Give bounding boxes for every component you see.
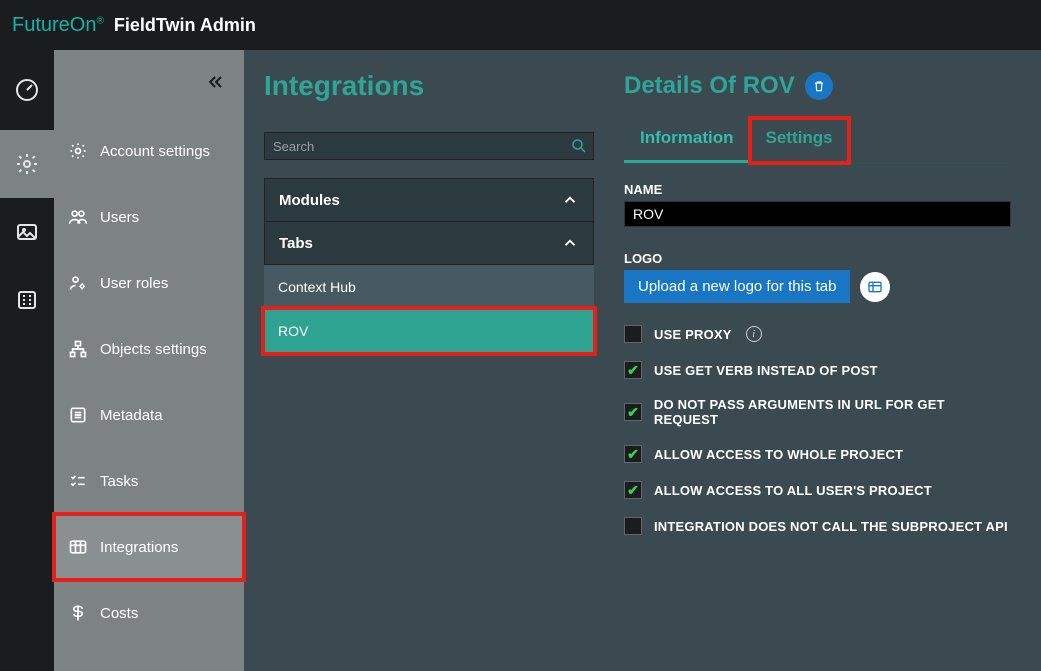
gear-icon bbox=[15, 152, 39, 176]
option-row: DO NOT PASS ARGUMENTS IN URL FOR GET REQ… bbox=[624, 397, 1011, 427]
image-icon bbox=[15, 220, 39, 244]
icon-rail bbox=[0, 50, 54, 671]
gear-icon bbox=[68, 141, 88, 161]
sidebar-item-label: Costs bbox=[100, 605, 138, 622]
option-label: INTEGRATION DOES NOT CALL THE SUBPROJECT… bbox=[654, 519, 1008, 534]
details-title: Details Of ROV bbox=[624, 72, 1011, 100]
accordion-label: Modules bbox=[279, 192, 340, 209]
building-icon bbox=[15, 288, 39, 312]
details-panel: Details Of ROV Information Settings NAME… bbox=[624, 70, 1011, 671]
details-tabs: Information Settings bbox=[624, 118, 1011, 164]
accordion-label: Tabs bbox=[279, 235, 313, 252]
sidebar-item-label: Account settings bbox=[100, 143, 210, 160]
info-icon[interactable]: i bbox=[746, 326, 762, 342]
accordion-tabs[interactable]: Tabs bbox=[264, 221, 594, 265]
content: Integrations Modules Tabs Context Hub RO… bbox=[244, 50, 1041, 671]
sidebar-item-label: Objects settings bbox=[100, 341, 207, 358]
logo-upload-row: Upload a new logo for this tab bbox=[624, 270, 1011, 303]
name-label: NAME bbox=[624, 182, 1011, 197]
integrations-panel: Integrations Modules Tabs Context Hub RO… bbox=[264, 70, 594, 671]
checkbox[interactable] bbox=[624, 361, 642, 379]
sidebar-item-users[interactable]: Users bbox=[54, 184, 244, 250]
chevron-up-icon bbox=[561, 191, 579, 209]
option-row: USE PROXY i bbox=[624, 325, 1011, 343]
sidebar-item-account-settings[interactable]: Account settings bbox=[54, 118, 244, 184]
logo-label: LOGO bbox=[624, 251, 1011, 266]
grid-icon bbox=[68, 537, 88, 557]
sidebar-item-metadata[interactable]: Metadata bbox=[54, 382, 244, 448]
page-title: Integrations bbox=[264, 70, 594, 102]
rail-media[interactable] bbox=[0, 198, 54, 266]
sidebar-item-label: Integrations bbox=[100, 539, 178, 556]
users-icon bbox=[68, 207, 88, 227]
option-row: ALLOW ACCESS TO WHOLE PROJECT bbox=[624, 445, 1011, 463]
sidebar-item-costs[interactable]: Costs bbox=[54, 580, 244, 646]
sidebar-item-tasks[interactable]: Tasks bbox=[54, 448, 244, 514]
dollar-icon bbox=[68, 603, 88, 623]
tab-item-rov[interactable]: ROV bbox=[264, 309, 594, 353]
sidebar-item-label: User roles bbox=[100, 275, 168, 292]
chevron-up-icon bbox=[561, 234, 579, 252]
option-row: ALLOW ACCESS TO ALL USER'S PROJECT bbox=[624, 481, 1011, 499]
option-row: INTEGRATION DOES NOT CALL THE SUBPROJECT… bbox=[624, 517, 1011, 535]
option-label: ALLOW ACCESS TO WHOLE PROJECT bbox=[654, 447, 903, 462]
list-item-label: ROV bbox=[278, 323, 308, 339]
rail-dashboard[interactable] bbox=[0, 50, 54, 130]
details-title-text: Details Of ROV bbox=[624, 72, 795, 100]
hierarchy-icon bbox=[68, 339, 88, 359]
rail-settings[interactable] bbox=[0, 130, 54, 198]
tab-information[interactable]: Information bbox=[624, 118, 750, 163]
sidebar-item-label: Users bbox=[100, 209, 139, 226]
sidebar-item-label: Metadata bbox=[100, 407, 163, 424]
sidebar: Account settings Users User roles Object… bbox=[54, 50, 244, 671]
top-header: FutureOn® FieldTwin Admin bbox=[0, 0, 1041, 50]
tab-item-context-hub[interactable]: Context Hub bbox=[264, 265, 594, 309]
option-label: USE PROXY bbox=[654, 327, 732, 342]
option-label: USE GET VERB INSTEAD OF POST bbox=[654, 363, 878, 378]
delete-button[interactable] bbox=[805, 72, 833, 100]
gauge-icon bbox=[15, 78, 39, 102]
options-list: USE PROXY i USE GET VERB INSTEAD OF POST DO… bbox=[624, 325, 1011, 553]
sidebar-item-label: Tasks bbox=[100, 473, 138, 490]
sidebar-item-user-roles[interactable]: User roles bbox=[54, 250, 244, 316]
sidebar-collapse[interactable] bbox=[54, 50, 244, 118]
checkbox[interactable] bbox=[624, 445, 642, 463]
chevron-double-left-icon bbox=[206, 72, 226, 97]
user-gear-icon bbox=[68, 273, 88, 293]
preview-logo-button[interactable] bbox=[860, 272, 890, 302]
option-label: DO NOT PASS ARGUMENTS IN URL FOR GET REQ… bbox=[654, 397, 1011, 427]
checkbox[interactable] bbox=[624, 517, 642, 535]
name-input[interactable] bbox=[624, 201, 1011, 227]
brand-logo: FutureOn® bbox=[12, 14, 104, 37]
option-label: ALLOW ACCESS TO ALL USER'S PROJECT bbox=[654, 483, 932, 498]
search-input[interactable] bbox=[264, 132, 594, 160]
rail-org[interactable] bbox=[0, 266, 54, 334]
list-icon bbox=[68, 405, 88, 425]
search-icon bbox=[570, 137, 588, 155]
grid-icon bbox=[867, 279, 883, 295]
checkbox[interactable] bbox=[624, 481, 642, 499]
checkbox[interactable] bbox=[624, 325, 642, 343]
option-row: USE GET VERB INSTEAD OF POST bbox=[624, 361, 1011, 379]
trash-icon bbox=[812, 79, 826, 93]
accordion-modules[interactable]: Modules bbox=[264, 178, 594, 222]
sidebar-item-integrations[interactable]: Integrations bbox=[54, 514, 244, 580]
upload-logo-button[interactable]: Upload a new logo for this tab bbox=[624, 270, 850, 303]
checkbox[interactable] bbox=[624, 403, 642, 421]
search-wrap bbox=[264, 132, 594, 160]
checklist-icon bbox=[68, 471, 88, 491]
app-title: FieldTwin Admin bbox=[114, 15, 256, 36]
sidebar-item-objects-settings[interactable]: Objects settings bbox=[54, 316, 244, 382]
list-item-label: Context Hub bbox=[278, 279, 356, 295]
tab-settings[interactable]: Settings bbox=[750, 118, 849, 163]
